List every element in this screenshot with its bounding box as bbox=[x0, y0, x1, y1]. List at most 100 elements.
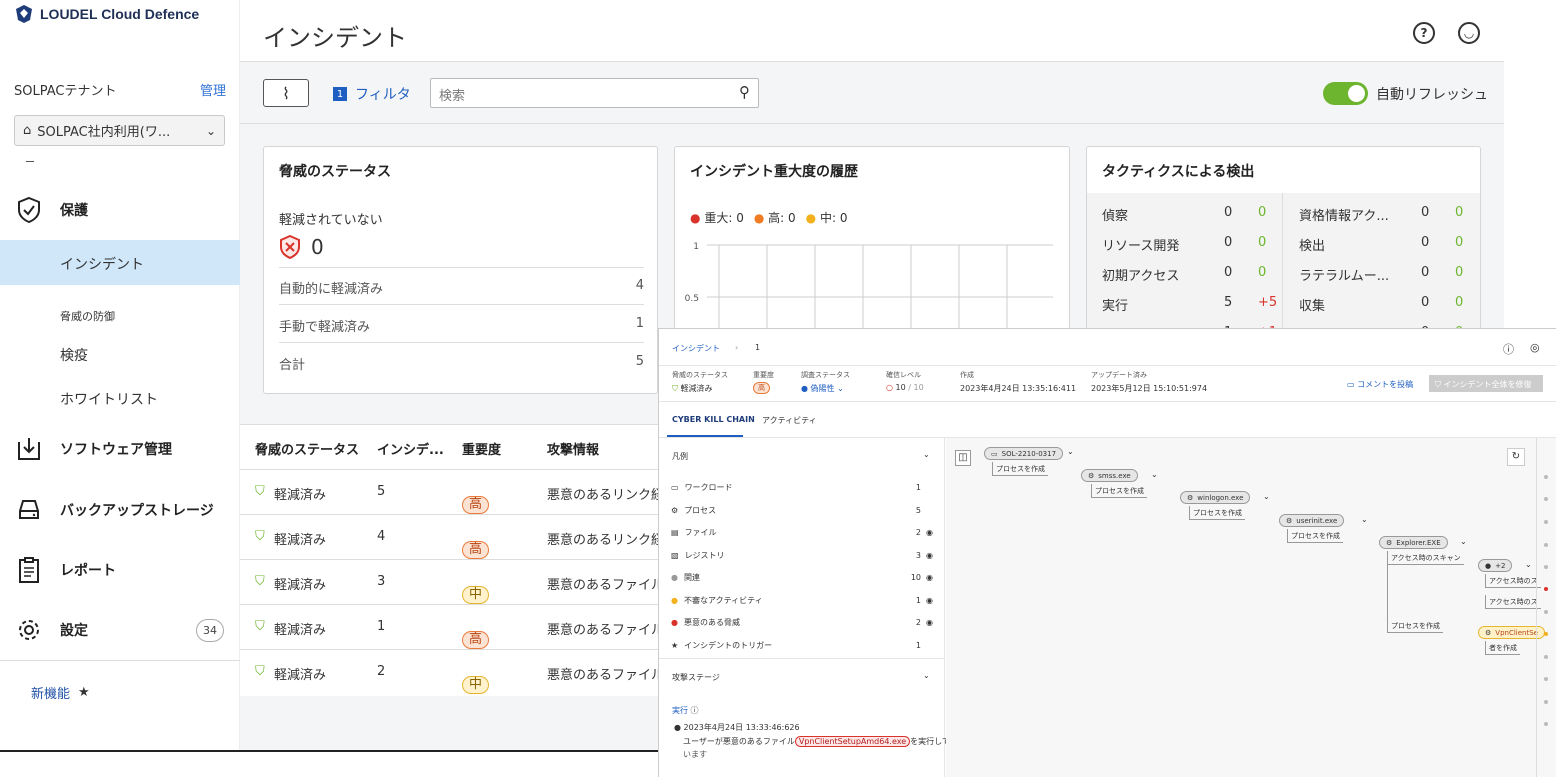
chevron-down-icon[interactable]: ⌄ bbox=[1067, 447, 1074, 456]
search-input[interactable]: 検索 ⚲ bbox=[430, 78, 759, 108]
eye-icon[interactable]: ◉ bbox=[926, 551, 933, 560]
filter-button[interactable]: 1 フィルタ bbox=[333, 84, 411, 104]
nav-dot[interactable] bbox=[1544, 610, 1548, 614]
chevron-down-icon[interactable]: ⌄ bbox=[1151, 470, 1158, 479]
legend-item[interactable]: ● 不審なアクティビティ 1 ◉ bbox=[671, 595, 933, 606]
total-label: 合計 bbox=[279, 358, 306, 373]
tactic-row[interactable]: 検出 0 0 bbox=[1299, 235, 1479, 255]
nav-dot[interactable] bbox=[1544, 700, 1548, 704]
table-row[interactable]: ⛉ 軽減済み 2 中 悪意のあるファイル bbox=[240, 649, 658, 694]
post-comment-button[interactable]: ▭ コメントを投稿 bbox=[1347, 379, 1413, 390]
graph-node-userinit[interactable]: ⚙ userinit.exe bbox=[1279, 514, 1345, 527]
nav-report[interactable]: レポート bbox=[16, 556, 116, 584]
tab-activity[interactable]: アクティビティ bbox=[762, 415, 817, 426]
chevron-down-icon[interactable]: ⌄ bbox=[923, 450, 930, 459]
table-row[interactable]: ⛉ 軽減済み 3 中 悪意のあるファイル bbox=[240, 559, 658, 604]
chevron-down-icon[interactable]: ⌄ bbox=[1525, 560, 1532, 569]
nav-dot[interactable] bbox=[1544, 677, 1548, 681]
legend-item[interactable]: ▧ レジストリ 3 ◉ bbox=[671, 550, 933, 561]
eye-icon[interactable]: ◉ bbox=[926, 596, 933, 605]
breadcrumb-parent[interactable]: インシデント bbox=[672, 343, 720, 354]
graph-scroll-track[interactable] bbox=[1536, 438, 1537, 777]
nav-backup[interactable]: バックアップストレージ bbox=[16, 497, 214, 523]
legend-item[interactable]: ● 悪意のある脅威 2 ◉ bbox=[671, 617, 933, 628]
search-icon[interactable]: ⚲ bbox=[739, 83, 750, 101]
legend-count: 2 bbox=[915, 528, 921, 537]
toolbar: ⌇ 1 フィルタ 検索 ⚲ 自動リフレッシュ bbox=[240, 62, 1504, 124]
chevron-down-icon[interactable]: ⌄ bbox=[1263, 492, 1270, 501]
tactic-row[interactable]: 資格情報アク... 0 0 bbox=[1299, 205, 1479, 225]
chevron-down-icon[interactable]: ⌄ bbox=[1361, 515, 1368, 524]
graph-node-winlogon[interactable]: ⚙ winlogon.exe bbox=[1180, 491, 1251, 504]
nav-incident[interactable]: インシデント bbox=[60, 254, 144, 274]
legend-item[interactable]: ★ インシデントのトリガー 1 bbox=[671, 640, 933, 651]
table-row[interactable]: ⛉ 軽減済み 1 高 悪意のあるファイル bbox=[240, 604, 658, 649]
user-icon[interactable]: ◎ bbox=[1530, 341, 1540, 354]
legend-count: 5 bbox=[915, 505, 921, 515]
legend-item[interactable]: ▤ ファイル 2 ◉ bbox=[671, 527, 933, 538]
table-row[interactable]: ⛉ 軽減済み 5 高 悪意のあるリンク経 bbox=[240, 469, 658, 514]
nav-dot[interactable] bbox=[1544, 520, 1548, 524]
col-incident[interactable]: インシデ... bbox=[377, 439, 444, 458]
nav-settings[interactable]: 設定 bbox=[16, 617, 88, 643]
tactic-delta: 0 bbox=[1258, 205, 1267, 220]
tactic-row[interactable]: ラテラルムー... 0 0 bbox=[1299, 265, 1479, 285]
chevron-down-icon[interactable]: ⌄ bbox=[923, 671, 930, 680]
admin-link[interactable]: 管理 bbox=[200, 80, 226, 99]
legend-item[interactable]: ⚙ プロセス 5 bbox=[671, 505, 933, 516]
attack-stage-title: 攻撃ステージ bbox=[672, 673, 720, 682]
nav-quarantine[interactable]: 検疫 bbox=[60, 345, 88, 365]
nav-software[interactable]: ソフトウェア管理 bbox=[16, 436, 172, 462]
eye-icon[interactable]: ◉ bbox=[926, 528, 933, 537]
tab-cyber-kill-chain[interactable]: CYBER KILL CHAIN bbox=[672, 415, 755, 424]
tactic-count: 0 bbox=[1421, 265, 1430, 280]
severity-label: 重要度 bbox=[753, 371, 774, 379]
nav-threat-defense[interactable]: 脅威の防御 bbox=[60, 308, 115, 324]
legend-item[interactable]: ● 関連 10 ◉ bbox=[671, 572, 933, 583]
col-threat-status[interactable]: 脅威のステータス bbox=[255, 439, 359, 458]
nav-dot-warning[interactable] bbox=[1544, 632, 1548, 636]
new-features-link[interactable]: 新機能 ★ bbox=[31, 683, 90, 702]
nav-dot-alert[interactable] bbox=[1544, 587, 1548, 591]
incident-id-cell: 2 bbox=[377, 664, 386, 679]
nav-dot[interactable] bbox=[1544, 475, 1548, 479]
graph-node-explorer[interactable]: ⚙ Explorer.EXE bbox=[1379, 536, 1448, 549]
eye-icon[interactable]: ◉ bbox=[926, 618, 933, 627]
tactic-row[interactable]: 初期アクセス 0 0 bbox=[1102, 265, 1282, 285]
fix-incident-button[interactable]: ⛉ インシデント全体を修復 bbox=[1429, 375, 1543, 392]
auto-refresh-toggle[interactable] bbox=[1323, 82, 1368, 105]
chevron-down-icon[interactable]: ⌄ bbox=[1460, 537, 1467, 546]
graph-node-group[interactable]: ● +2 bbox=[1478, 559, 1513, 572]
col-severity[interactable]: 重要度 bbox=[462, 439, 501, 458]
tactic-count: 0 bbox=[1421, 295, 1430, 310]
refresh-icon[interactable]: ↻ bbox=[1507, 448, 1525, 466]
graph-node-vpnclient[interactable]: ⚙ VpnClientSe bbox=[1478, 626, 1545, 639]
tactic-row[interactable]: リソース開発 0 0 bbox=[1102, 235, 1282, 255]
eye-icon[interactable]: ◉ bbox=[926, 573, 933, 582]
tenant-select[interactable]: ⌂ SOLPAC社内利用(ワ... ⌄ bbox=[14, 115, 225, 146]
col-attack-info[interactable]: 攻撃情報 bbox=[547, 439, 599, 458]
activity-button[interactable]: ⌇ bbox=[263, 79, 309, 107]
graph-node-smss[interactable]: ⚙ smss.exe bbox=[1081, 469, 1138, 482]
nav-dot[interactable] bbox=[1544, 543, 1548, 547]
user-icon[interactable]: ◡ bbox=[1458, 22, 1480, 44]
divider bbox=[659, 365, 1556, 366]
legend-item[interactable]: ▭ ワークロード 1 bbox=[671, 482, 933, 493]
status-cell: 軽減済み bbox=[274, 668, 327, 683]
investigation-dropdown[interactable]: ● 偽陽性 ⌄ bbox=[801, 383, 844, 394]
help-icon[interactable]: ? bbox=[1413, 22, 1435, 44]
tactic-row[interactable]: 偵察 0 0 bbox=[1102, 205, 1282, 225]
tactic-row[interactable]: 収集 0 0 bbox=[1299, 295, 1479, 315]
nav-whitelist[interactable]: ホワイトリスト bbox=[60, 389, 158, 409]
brand-logo[interactable]: LOUDEL Cloud Defence bbox=[14, 4, 199, 24]
help-icon[interactable]: ⓘ bbox=[1503, 341, 1514, 357]
nav-dot[interactable] bbox=[1544, 565, 1548, 569]
nav-dot[interactable] bbox=[1544, 722, 1548, 726]
tactic-row[interactable]: 実行 5 +5 bbox=[1102, 295, 1282, 315]
table-row[interactable]: ⛉ 軽減済み 4 高 悪意のあるリンク経 bbox=[240, 514, 658, 559]
graph-node-workload[interactable]: ▭ SOL-2210-0317 bbox=[984, 447, 1064, 460]
panel-toggle-icon[interactable]: ◫ bbox=[955, 450, 971, 466]
nav-dot[interactable] bbox=[1544, 497, 1548, 501]
nav-dot[interactable] bbox=[1544, 655, 1548, 659]
nav-protect[interactable]: 保護 bbox=[16, 196, 88, 224]
